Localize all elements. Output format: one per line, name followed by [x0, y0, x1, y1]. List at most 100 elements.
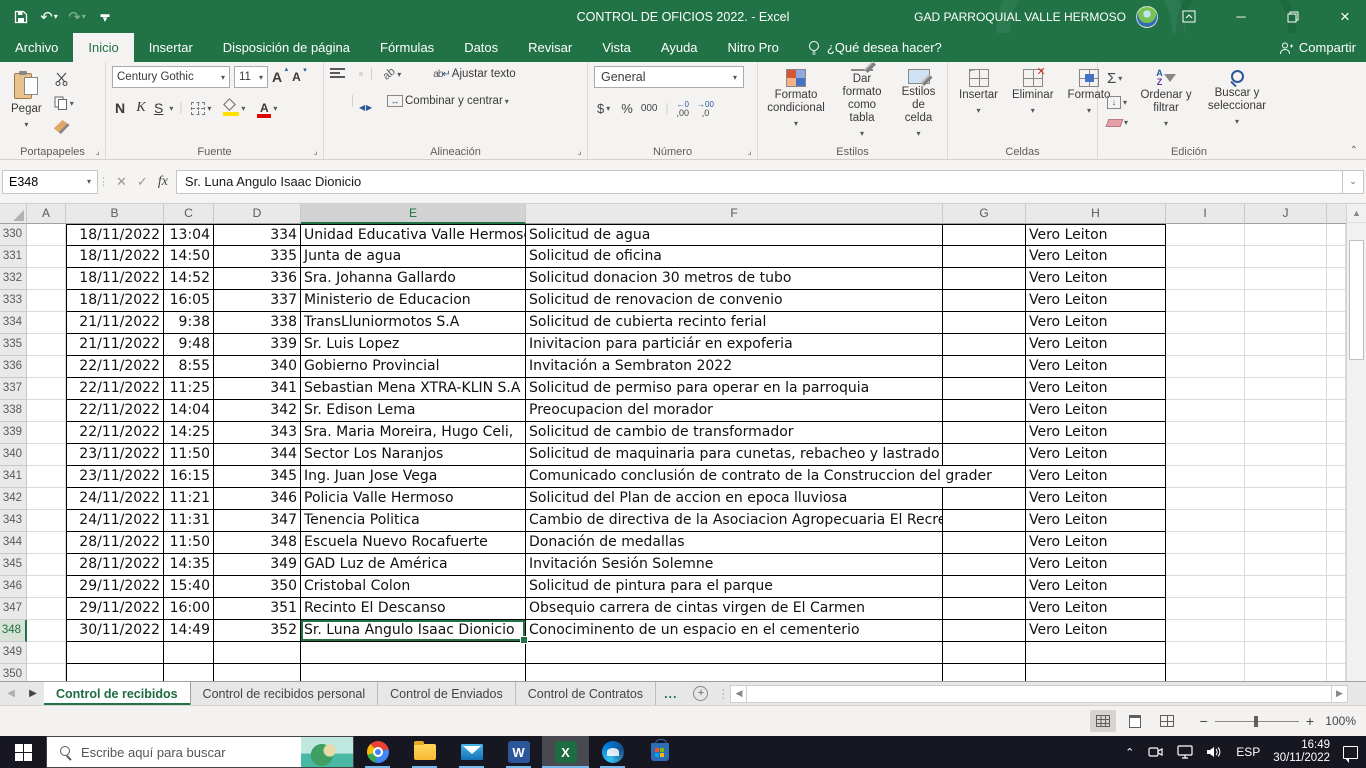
cell-D332[interactable]: 336 [214, 268, 301, 290]
cell-C338[interactable]: 14:04 [164, 400, 214, 422]
more-sheets-button[interactable]: ... [656, 682, 685, 705]
column-header-E[interactable]: E [301, 204, 526, 224]
cell-F337[interactable]: Solicitud de permiso para operar en la p… [526, 378, 943, 400]
row-header-343[interactable]: 343 [0, 510, 27, 532]
row-header-345[interactable]: 345 [0, 554, 27, 576]
wrap-text-button[interactable]: ab↵ Ajustar texto [430, 66, 518, 82]
cell-E343[interactable]: Tenencia Politica [301, 510, 526, 532]
cell-G346[interactable] [943, 576, 1026, 598]
cell-B344[interactable]: 28/11/2022 [66, 532, 164, 554]
cell-E341[interactable]: Ing. Juan Jose Vega [301, 466, 526, 488]
cell-J334[interactable] [1245, 312, 1327, 334]
volume-icon[interactable] [1206, 745, 1223, 759]
cell-C343[interactable]: 11:31 [164, 510, 214, 532]
cell-C342[interactable]: 11:21 [164, 488, 214, 510]
column-header-C[interactable]: C [164, 204, 214, 224]
expand-formula-bar-button[interactable]: ⌄ [1342, 170, 1364, 194]
sheet-tab-control-de-enviados[interactable]: Control de Enviados [378, 682, 516, 705]
cell-H340[interactable]: Vero Leiton [1026, 444, 1166, 466]
row-header-349[interactable]: 349 [0, 642, 27, 664]
fuente-dialog-launcher[interactable]: ⌟ [310, 146, 321, 157]
cell-C330[interactable]: 13:04 [164, 224, 214, 246]
taskbar-edge-button[interactable] [589, 736, 636, 768]
ribbon-tab-nitro-pro[interactable]: Nitro Pro [713, 33, 794, 62]
delete-cells-button[interactable]: Eliminar ▾ [1007, 66, 1059, 143]
account-avatar[interactable] [1136, 6, 1158, 28]
cell-B338[interactable]: 22/11/2022 [66, 400, 164, 422]
column-header-F[interactable]: F [526, 204, 943, 224]
cell-G340[interactable] [943, 444, 1026, 466]
taskbar-search-box[interactable]: Escribe aquí para buscar [46, 736, 354, 768]
show-hidden-icons-button[interactable]: ⌃ [1125, 746, 1134, 759]
cell-F345[interactable]: Invitación Sesión Solemne [526, 554, 943, 576]
column-header-G[interactable]: G [943, 204, 1026, 224]
cell-D338[interactable]: 342 [214, 400, 301, 422]
cell-E335[interactable]: Sr. Luis Lopez [301, 334, 526, 356]
row-header-335[interactable]: 335 [0, 334, 27, 356]
cell-D337[interactable]: 341 [214, 378, 301, 400]
cell-B335[interactable]: 21/11/2022 [66, 334, 164, 356]
cell-J344[interactable] [1245, 532, 1327, 554]
cell-B334[interactable]: 21/11/2022 [66, 312, 164, 334]
cell-C346[interactable]: 15:40 [164, 576, 214, 598]
vertical-scroll-thumb[interactable] [1349, 240, 1364, 360]
find-select-button[interactable]: Buscar y seleccionar ▾ [1201, 66, 1273, 143]
normal-view-button[interactable] [1090, 710, 1116, 732]
name-box[interactable]: E348 ▾ [2, 170, 98, 194]
cell-I344[interactable] [1166, 532, 1245, 554]
tabbar-splitter[interactable]: ⋮ [716, 682, 730, 705]
restore-button[interactable] [1272, 0, 1314, 33]
cell-G339[interactable] [943, 422, 1026, 444]
cell-H341[interactable]: Vero Leiton [1026, 466, 1166, 488]
cell-C337[interactable]: 11:25 [164, 378, 214, 400]
cell-J345[interactable] [1245, 554, 1327, 576]
network-icon[interactable] [1177, 745, 1193, 759]
cell-D348[interactable]: 352 [214, 620, 301, 642]
cell-B343[interactable]: 24/11/2022 [66, 510, 164, 532]
horizontal-scroll-thumb[interactable] [748, 687, 1284, 701]
cell-F350[interactable] [526, 664, 943, 681]
cell-G343[interactable] [943, 510, 1026, 532]
cell-H348[interactable]: Vero Leiton [1026, 620, 1166, 642]
cell-I346[interactable] [1166, 576, 1245, 598]
cell-H330[interactable]: Vero Leiton [1026, 224, 1166, 246]
cell-I336[interactable] [1166, 356, 1245, 378]
cell-H347[interactable]: Vero Leiton [1026, 598, 1166, 620]
cell-C341[interactable]: 16:15 [164, 466, 214, 488]
cell-D349[interactable] [214, 642, 301, 664]
cell-H338[interactable]: Vero Leiton [1026, 400, 1166, 422]
cell-A349[interactable] [27, 642, 66, 664]
cell-A334[interactable] [27, 312, 66, 334]
save-button[interactable] [8, 4, 34, 30]
row-header-346[interactable]: 346 [0, 576, 27, 598]
cell-A342[interactable] [27, 488, 66, 510]
row-header-341[interactable]: 341 [0, 466, 27, 488]
currency-format-button[interactable]: $▾ [594, 99, 613, 118]
horizontal-scroll-track[interactable] [747, 685, 1331, 703]
cell-E331[interactable]: Junta de agua [301, 246, 526, 268]
cell-J336[interactable] [1245, 356, 1327, 378]
page-break-view-button[interactable] [1154, 710, 1180, 732]
cell-I330[interactable] [1166, 224, 1245, 246]
cell-F341[interactable]: Comunicado conclusión de contrato de la … [526, 466, 1026, 488]
cell-I350[interactable] [1166, 664, 1245, 681]
cell-B331[interactable]: 18/11/2022 [66, 246, 164, 268]
cell-G350[interactable] [943, 664, 1026, 681]
cell-I337[interactable] [1166, 378, 1245, 400]
cell-D342[interactable]: 346 [214, 488, 301, 510]
tell-me-search[interactable]: ¿Qué desea hacer? [794, 33, 956, 62]
column-header-D[interactable]: D [214, 204, 301, 224]
cell-E345[interactable]: GAD Luz de América [301, 554, 526, 576]
cell-F334[interactable]: Solicitud de cubierta recinto ferial [526, 312, 943, 334]
cell-A350[interactable] [27, 664, 66, 681]
cell-A343[interactable] [27, 510, 66, 532]
cell-D335[interactable]: 339 [214, 334, 301, 356]
cell-J333[interactable] [1245, 290, 1327, 312]
cell-A336[interactable] [27, 356, 66, 378]
orientation-button[interactable]: ab▾ [380, 66, 404, 82]
cell-D343[interactable]: 347 [214, 510, 301, 532]
cell-G349[interactable] [943, 642, 1026, 664]
row-header-331[interactable]: 331 [0, 246, 27, 268]
cell-C345[interactable]: 14:35 [164, 554, 214, 576]
cell-C344[interactable]: 11:50 [164, 532, 214, 554]
